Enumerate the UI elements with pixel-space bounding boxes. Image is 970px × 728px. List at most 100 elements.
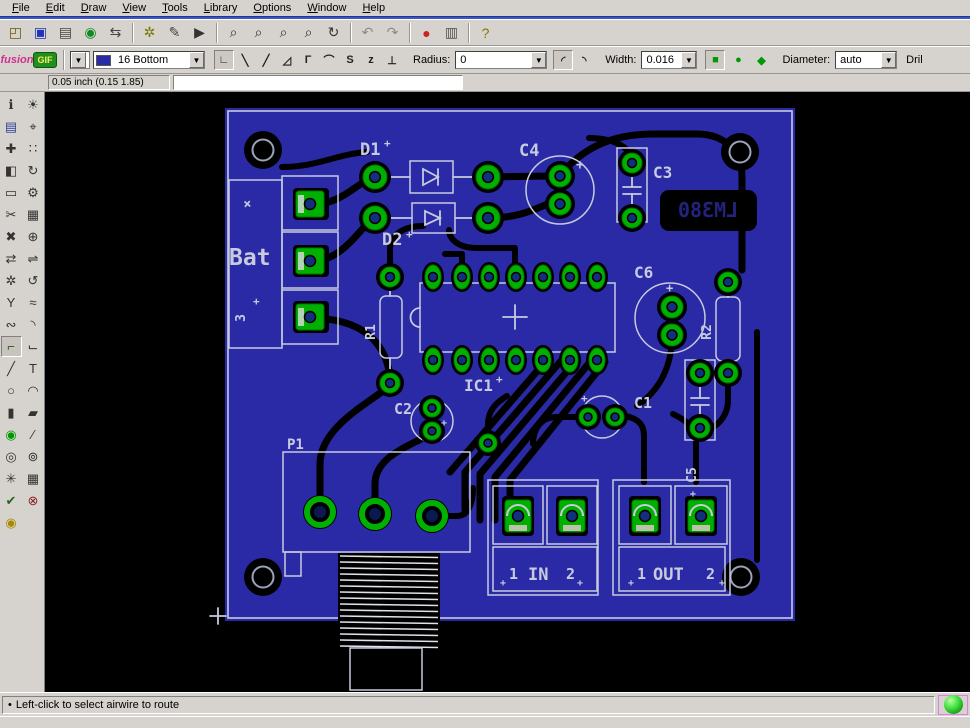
auto-router-tool[interactable]: ▦: [23, 468, 44, 489]
wire-bend-style-1[interactable]: ∟: [214, 50, 234, 70]
info-light-tool[interactable]: ◉: [1, 512, 22, 533]
save-icon[interactable]: ▣: [29, 22, 52, 44]
dropdown-arrow-icon[interactable]: ▼: [681, 52, 696, 68]
board-label-2: 2: [706, 565, 715, 583]
change-tool[interactable]: ⚙: [23, 182, 44, 203]
width-input[interactable]: 0.016 ▼: [641, 51, 697, 69]
delete-tool[interactable]: ✖: [1, 226, 22, 247]
menu-item-help[interactable]: Help: [354, 1, 393, 15]
stop-icon[interactable]: ●: [415, 22, 438, 44]
pad-tool[interactable]: ⊚: [23, 446, 44, 467]
use-library-icon[interactable]: ✲: [138, 22, 161, 44]
dropdown-arrow-icon[interactable]: ▼: [881, 52, 896, 68]
hole-tool[interactable]: ◎: [1, 446, 22, 467]
gif-icon[interactable]: GIF: [33, 52, 57, 68]
wire-bend-style-6[interactable]: ⌒: [319, 50, 339, 70]
print-icon[interactable]: ▤: [54, 22, 77, 44]
radius-input[interactable]: 0 ▼: [455, 51, 547, 69]
drc-tool[interactable]: ✔: [1, 490, 22, 511]
menu-item-library[interactable]: Library: [196, 1, 246, 15]
mark-tool[interactable]: ⌖: [23, 116, 44, 137]
via-shape-1[interactable]: ■: [705, 50, 725, 70]
polygon-tool[interactable]: ▰: [23, 402, 44, 423]
gateswap-tool[interactable]: ⇌: [23, 248, 44, 269]
traffic-light-icon[interactable]: ▥: [440, 22, 463, 44]
arc-tool[interactable]: ◠: [23, 380, 44, 401]
display-tool[interactable]: ▤: [1, 116, 22, 137]
redo-icon[interactable]: ↷: [381, 22, 404, 44]
menu-item-file[interactable]: File: [4, 1, 38, 15]
smash-tool[interactable]: ✲: [1, 270, 22, 291]
copy-tool[interactable]: ∷: [23, 138, 44, 159]
pad-drill-hole: [584, 413, 592, 421]
zoom-out-icon[interactable]: ⌕: [272, 22, 295, 44]
menu-item-options[interactable]: Options: [245, 1, 299, 15]
move-tool[interactable]: ✚: [1, 138, 22, 159]
dropdown-arrow-icon[interactable]: ▼: [531, 52, 546, 68]
split-tool[interactable]: Y: [1, 292, 22, 313]
add-tool[interactable]: ⊕: [23, 226, 44, 247]
command-line-input[interactable]: [173, 75, 463, 90]
wire-bend-style-8[interactable]: z: [361, 50, 381, 70]
zoom-redraw-icon[interactable]: ↻: [322, 22, 345, 44]
rect-tool[interactable]: ▮: [1, 402, 22, 423]
pcb-canvas[interactable]: D1+D2+C4+C3LM380C6+R2R1IC1+C2+C1+C5+P1Ba…: [45, 92, 970, 692]
via-tool[interactable]: ◉: [1, 424, 22, 445]
wire-tool[interactable]: ╱: [1, 358, 22, 379]
optimize-tool[interactable]: ≈: [23, 292, 44, 313]
board-label-+: +: [441, 418, 447, 429]
paste-tool[interactable]: ▦: [23, 204, 44, 225]
info-tool[interactable]: ℹ: [1, 94, 22, 115]
ratsnest-tool[interactable]: ✳: [1, 468, 22, 489]
grid-dropdown[interactable]: ▼: [70, 51, 90, 69]
pinswap-tool[interactable]: ⇄: [1, 248, 22, 269]
show-tool[interactable]: ☀: [23, 94, 44, 115]
route-tool[interactable]: ⌐: [1, 336, 22, 357]
cut-tool[interactable]: ✂: [1, 204, 22, 225]
via-shape-2[interactable]: ●: [728, 50, 748, 70]
replace-tool[interactable]: ↺: [23, 270, 44, 291]
ripup-tool[interactable]: ⌙: [23, 336, 44, 357]
layer-select[interactable]: 16 Bottom ▼: [93, 51, 205, 69]
wire-bend-style-5[interactable]: Γ: [298, 50, 318, 70]
signal-tool[interactable]: ∕: [23, 424, 44, 445]
tray-indicator[interactable]: [938, 695, 968, 715]
cam-processor-icon[interactable]: ◉: [79, 22, 102, 44]
dropdown-arrow-icon[interactable]: ▼: [71, 52, 86, 68]
menu-item-draw[interactable]: Draw: [73, 1, 115, 15]
wire-bend-style-4[interactable]: ◿: [277, 50, 297, 70]
mirror-tool[interactable]: ◧: [1, 160, 22, 181]
help-icon[interactable]: ?: [474, 22, 497, 44]
open-icon[interactable]: ◰: [4, 22, 27, 44]
run-icon[interactable]: ▶: [188, 22, 211, 44]
rotate-tool[interactable]: ↻: [23, 160, 44, 181]
miter-style-1[interactable]: ◜: [553, 50, 573, 70]
dropdown-arrow-icon[interactable]: ▼: [189, 52, 204, 68]
switch-schematic-icon[interactable]: ⇆: [104, 22, 127, 44]
script-icon[interactable]: ✎: [163, 22, 186, 44]
meander-tool[interactable]: ∾: [1, 314, 22, 335]
menu-item-view[interactable]: View: [114, 1, 154, 15]
undo-icon[interactable]: ↶: [356, 22, 379, 44]
zoom-in-icon[interactable]: ⌕: [247, 22, 270, 44]
circle-tool[interactable]: ○: [1, 380, 22, 401]
errors-tool[interactable]: ⊗: [23, 490, 44, 511]
wire-bend-style-3[interactable]: ╱: [256, 50, 276, 70]
text-tool[interactable]: T: [23, 358, 44, 379]
pad-drill-hole: [696, 511, 707, 522]
menu-item-tools[interactable]: Tools: [154, 1, 196, 15]
pcb-board-drawing[interactable]: D1+D2+C4+C3LM380C6+R2R1IC1+C2+C1+C5+P1Ba…: [45, 92, 970, 692]
wire-bend-style-2[interactable]: ╲: [235, 50, 255, 70]
miter-style-2[interactable]: ◝: [574, 50, 594, 70]
wire-bend-style-7[interactable]: S: [340, 50, 360, 70]
miter-tool[interactable]: ◝: [23, 314, 44, 335]
fusion-icon[interactable]: fusion: [4, 50, 30, 70]
zoom-select-icon[interactable]: ⌕: [297, 22, 320, 44]
via-shape-3[interactable]: ◆: [751, 50, 771, 70]
diameter-input[interactable]: auto ▼: [835, 51, 897, 69]
wire-bend-style-9[interactable]: ⊥: [382, 50, 402, 70]
menu-item-edit[interactable]: Edit: [38, 1, 73, 15]
zoom-fit-icon[interactable]: ⌕: [222, 22, 245, 44]
menu-item-window[interactable]: Window: [299, 1, 354, 15]
group-tool[interactable]: ▭: [1, 182, 22, 203]
